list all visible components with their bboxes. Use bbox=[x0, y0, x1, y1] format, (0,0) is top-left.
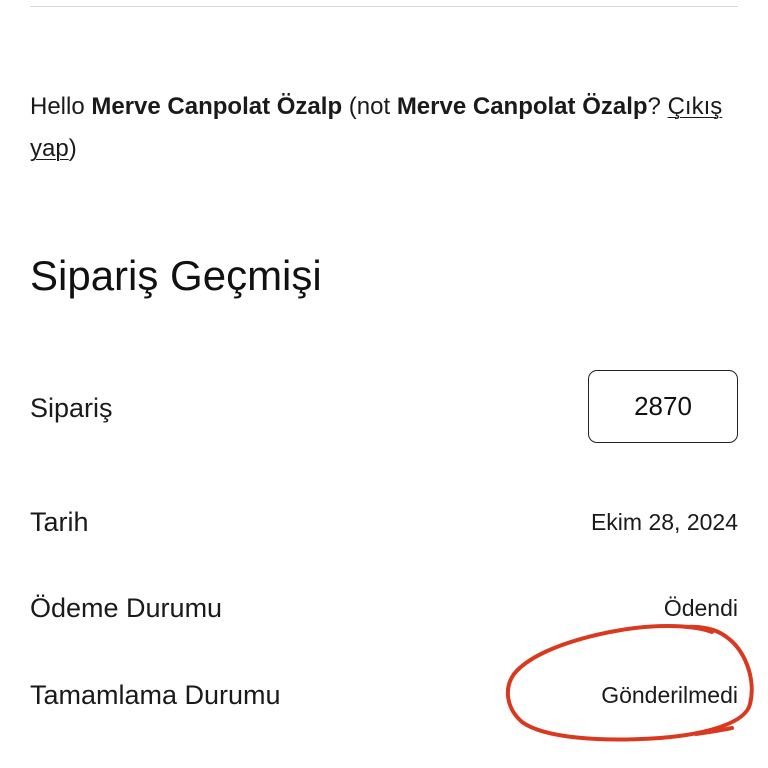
fulfillment-status-row: Tamamlama Durumu Gönderilmedi bbox=[30, 675, 738, 715]
date-row: Tarih Ekim 28, 2024 bbox=[30, 502, 738, 542]
circle-tail-stroke bbox=[694, 726, 734, 736]
order-number-row: Sipariş 2870 bbox=[30, 370, 738, 443]
account-greeting: Hello Merve Canpolat Özalp (not Merve Ca… bbox=[30, 86, 730, 170]
greeting-user-name: Merve Canpolat Özalp bbox=[91, 93, 343, 120]
order-history-page: Hello Merve Canpolat Özalp (not Merve Ca… bbox=[0, 0, 768, 768]
payment-status-row: Ödeme Durumu Ödendi bbox=[30, 588, 738, 628]
fulfillment-status-label: Tamamlama Durumu bbox=[30, 680, 281, 710]
close-paren: ) bbox=[68, 135, 77, 162]
greeting-prefix: Hello bbox=[30, 93, 85, 120]
date-label: Tarih bbox=[30, 507, 89, 537]
payment-status-label: Ödeme Durumu bbox=[30, 593, 223, 623]
fulfillment-status-value: Gönderilmedi bbox=[601, 682, 738, 708]
date-value: Ekim 28, 2024 bbox=[590, 509, 738, 535]
order-number-button[interactable]: 2870 bbox=[588, 370, 738, 443]
not-user-name: Merve Canpolat Özalp bbox=[396, 93, 648, 120]
payment-status-value: Ödendi bbox=[663, 595, 738, 621]
question-mark: ? bbox=[647, 93, 661, 120]
not-prefix: (not bbox=[348, 93, 391, 120]
order-label: Sipariş bbox=[30, 393, 113, 423]
top-divider bbox=[30, 6, 738, 7]
page-title: Sipariş Geçmişi bbox=[30, 252, 322, 299]
